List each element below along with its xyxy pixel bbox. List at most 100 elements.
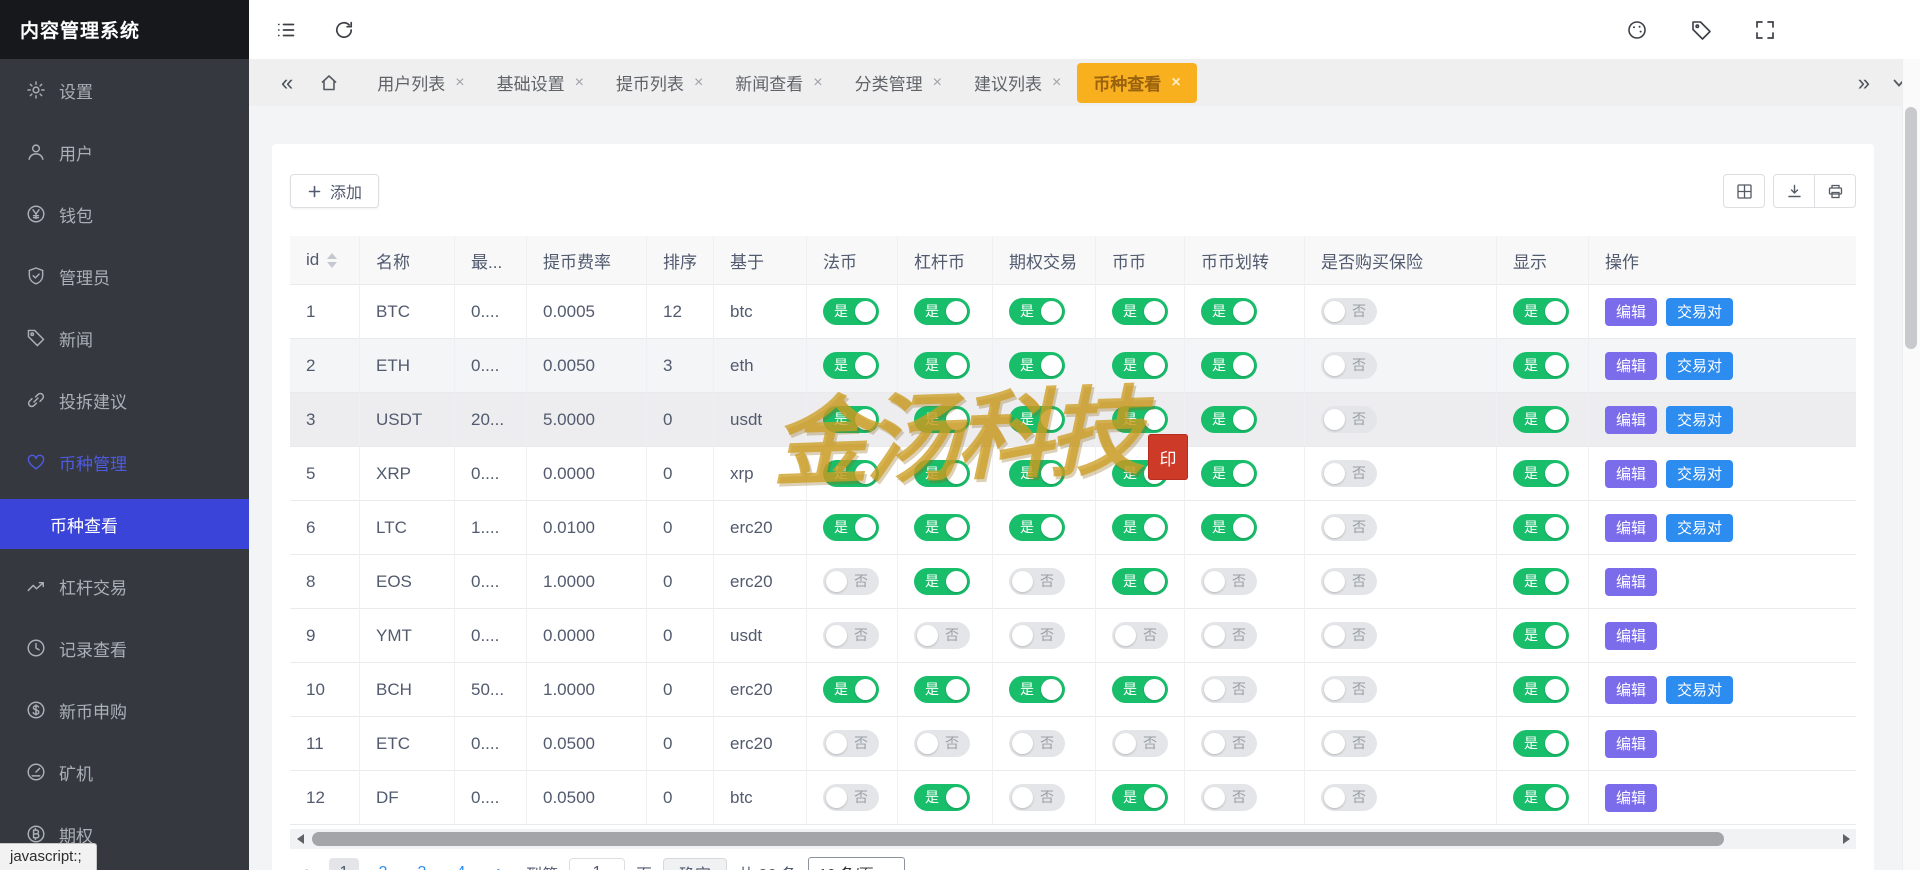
toggle-coin[interactable]: 否 (1112, 730, 1168, 757)
toggle-coin[interactable]: 是 (1112, 568, 1168, 595)
toggle-insurance[interactable]: 否 (1321, 730, 1377, 757)
toggle-fiat[interactable]: 否 (823, 622, 879, 649)
sidebar-item-lever-trade[interactable]: 杠杆交易 (0, 555, 249, 617)
sidebar-item-admins[interactable]: 管理员 (0, 245, 249, 307)
tab-coin-view[interactable]: 币种查看× (1077, 63, 1196, 103)
toggle-coin[interactable]: 是 (1112, 676, 1168, 703)
toggle-show[interactable]: 是 (1513, 352, 1569, 379)
edit-button[interactable]: 编辑 (1605, 460, 1657, 488)
toggle-transfer[interactable]: 是 (1201, 460, 1257, 487)
toggle-insurance[interactable]: 否 (1321, 568, 1377, 595)
pair-button[interactable]: 交易对 (1666, 406, 1733, 434)
close-icon[interactable]: × (933, 75, 942, 91)
toggle-transfer[interactable]: 是 (1201, 298, 1257, 325)
edit-button[interactable]: 编辑 (1605, 298, 1657, 326)
toggle-fiat[interactable]: 是 (823, 514, 879, 541)
toggle-coin[interactable]: 是 (1112, 460, 1168, 487)
close-icon[interactable]: × (813, 75, 822, 91)
tag-icon[interactable] (1690, 19, 1712, 41)
sidebar-item-coin-view[interactable]: 币种查看 (0, 499, 249, 549)
toggle-show[interactable]: 是 (1513, 406, 1569, 433)
toggle-lever[interactable]: 是 (914, 406, 970, 433)
toggle-fiat[interactable]: 是 (823, 406, 879, 433)
toggle-insurance[interactable]: 否 (1321, 352, 1377, 379)
pair-button[interactable]: 交易对 (1666, 514, 1733, 542)
tab-withdraw-list[interactable]: 提币列表× (600, 63, 719, 103)
toggle-insurance[interactable]: 否 (1321, 784, 1377, 811)
toggle-lever[interactable]: 否 (914, 622, 970, 649)
toggle-insurance[interactable]: 否 (1321, 514, 1377, 541)
toggle-option[interactable]: 否 (1009, 568, 1065, 595)
toggle-transfer[interactable]: 是 (1201, 406, 1257, 433)
toggle-fiat[interactable]: 是 (823, 298, 879, 325)
sidebar-item-wallet[interactable]: 钱包 (0, 183, 249, 245)
toggle-fiat[interactable]: 否 (823, 568, 879, 595)
toggle-option[interactable]: 是 (1009, 298, 1065, 325)
sort-icon[interactable] (327, 253, 337, 268)
toggle-option[interactable]: 是 (1009, 514, 1065, 541)
toggle-coin[interactable]: 是 (1112, 514, 1168, 541)
toggle-lever[interactable]: 是 (914, 784, 970, 811)
toggle-lever[interactable]: 是 (914, 568, 970, 595)
toggle-lever[interactable]: 是 (914, 298, 970, 325)
tab-category-manage[interactable]: 分类管理× (839, 63, 958, 103)
toggle-coin[interactable]: 是 (1112, 406, 1168, 433)
next-page-button[interactable]: › (485, 858, 515, 870)
toggle-transfer[interactable]: 是 (1201, 352, 1257, 379)
vertical-scrollbar[interactable] (1902, 59, 1920, 870)
pair-button[interactable]: 交易对 (1666, 298, 1733, 326)
toggle-lever[interactable]: 是 (914, 514, 970, 541)
prev-page-button[interactable]: ‹ (290, 858, 320, 870)
columns-button[interactable] (1723, 174, 1765, 208)
toggle-transfer[interactable]: 否 (1201, 568, 1257, 595)
toggle-show[interactable]: 是 (1513, 298, 1569, 325)
toggle-insurance[interactable]: 否 (1321, 406, 1377, 433)
page-button-3[interactable]: 3 (407, 858, 437, 870)
horizontal-scrollbar-thumb[interactable] (312, 832, 1724, 846)
sidebar-item-users[interactable]: 用户 (0, 121, 249, 183)
toggle-lever[interactable]: 否 (914, 730, 970, 757)
toggle-coin[interactable]: 否 (1112, 622, 1168, 649)
scroll-left-arrow-icon[interactable] (290, 829, 310, 849)
toggle-option[interactable]: 是 (1009, 352, 1065, 379)
toggle-fiat[interactable]: 是 (823, 460, 879, 487)
pair-button[interactable]: 交易对 (1666, 676, 1733, 704)
toggle-transfer[interactable]: 否 (1201, 676, 1257, 703)
close-icon[interactable]: × (575, 75, 584, 91)
print-button[interactable] (1814, 174, 1856, 208)
toggle-option[interactable]: 否 (1009, 622, 1065, 649)
horizontal-scrollbar[interactable] (290, 829, 1856, 849)
toggle-option[interactable]: 是 (1009, 460, 1065, 487)
edit-button[interactable]: 编辑 (1605, 406, 1657, 434)
toggle-option[interactable]: 是 (1009, 406, 1065, 433)
tab-user-list[interactable]: 用户列表× (361, 63, 480, 103)
page-size-select[interactable]: 10 条/页 ▼ (808, 857, 905, 870)
toggle-fiat[interactable]: 否 (823, 784, 879, 811)
close-icon[interactable]: × (1171, 75, 1180, 91)
pair-button[interactable]: 交易对 (1666, 460, 1733, 488)
toggle-insurance[interactable]: 否 (1321, 676, 1377, 703)
toggle-insurance[interactable]: 否 (1321, 460, 1377, 487)
pair-button[interactable]: 交易对 (1666, 352, 1733, 380)
edit-button[interactable]: 编辑 (1605, 568, 1657, 596)
toggle-coin[interactable]: 是 (1112, 298, 1168, 325)
toggle-show[interactable]: 是 (1513, 622, 1569, 649)
vertical-scrollbar-thumb[interactable] (1905, 107, 1917, 349)
close-icon[interactable]: × (455, 75, 464, 91)
page-input[interactable] (569, 858, 625, 870)
edit-button[interactable]: 编辑 (1605, 352, 1657, 380)
tab-news-view[interactable]: 新闻查看× (719, 63, 838, 103)
sidebar-item-new-coin[interactable]: 新币申购 (0, 679, 249, 741)
sidebar-item-miner[interactable]: 矿机 (0, 741, 249, 803)
sidebar-item-settings[interactable]: 设置 (0, 59, 249, 121)
toggle-coin[interactable]: 是 (1112, 352, 1168, 379)
home-tab-icon[interactable] (319, 73, 339, 93)
confirm-button[interactable]: 确定 (663, 858, 727, 870)
toggle-lever[interactable]: 是 (914, 460, 970, 487)
page-button-1[interactable]: 1 (329, 858, 359, 870)
toggle-option[interactable]: 是 (1009, 676, 1065, 703)
toggle-fiat[interactable]: 否 (823, 730, 879, 757)
toggle-transfer[interactable]: 否 (1201, 730, 1257, 757)
toggle-insurance[interactable]: 否 (1321, 622, 1377, 649)
close-icon[interactable]: × (694, 75, 703, 91)
